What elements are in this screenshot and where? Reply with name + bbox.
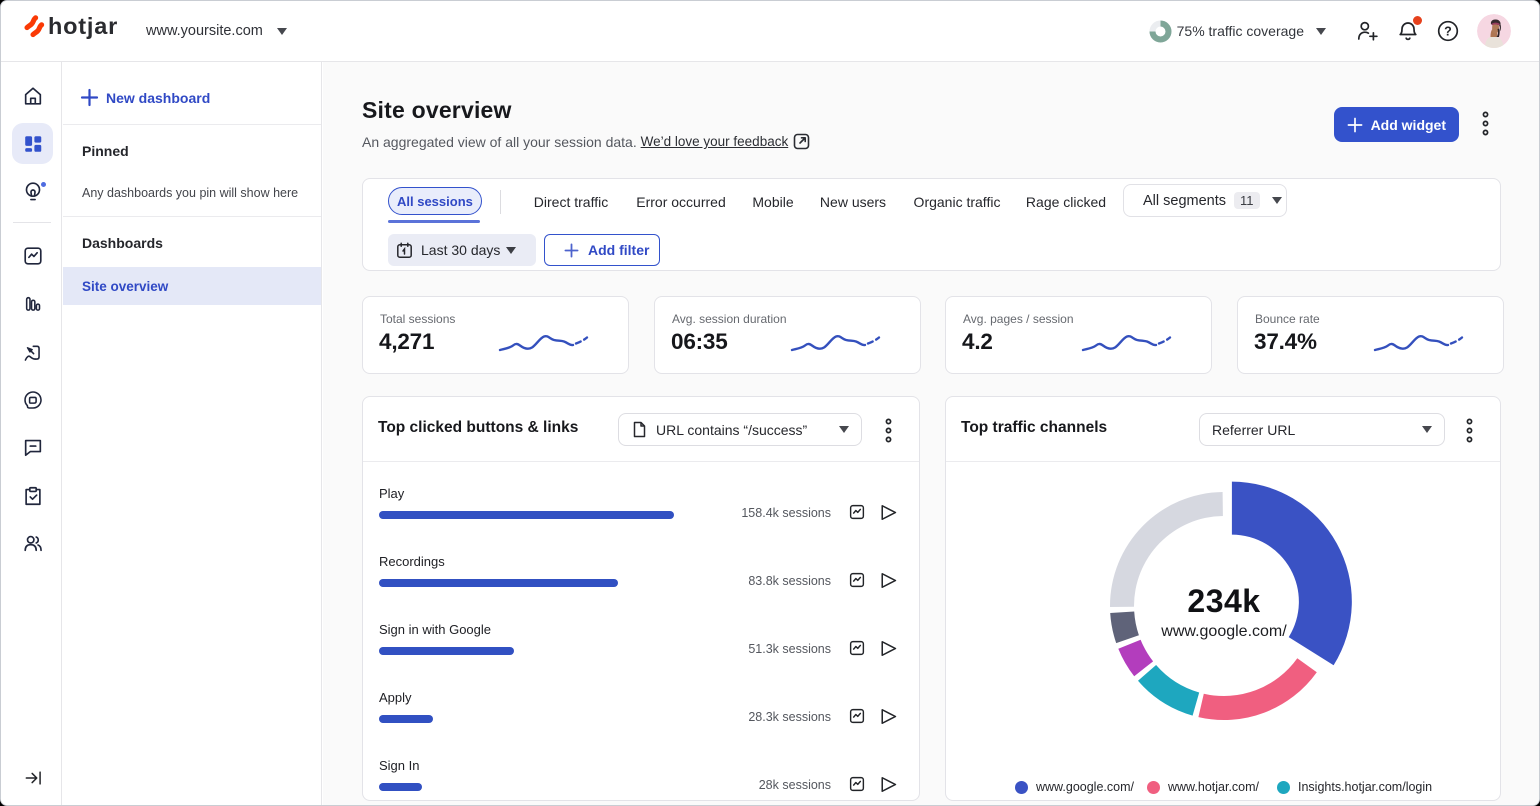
svg-text:?: ? bbox=[1444, 24, 1452, 38]
svg-text:234k: 234k bbox=[1187, 583, 1260, 619]
svg-text:www.google.com/: www.google.com/ bbox=[1160, 623, 1287, 640]
